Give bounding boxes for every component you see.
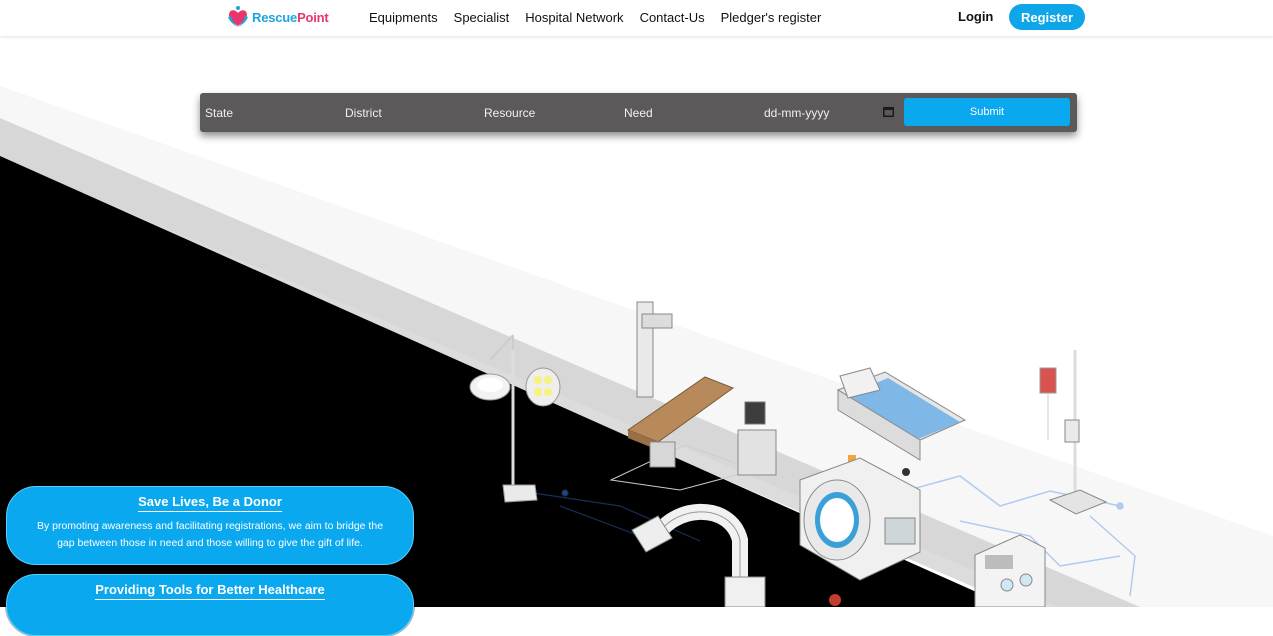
tools-info-card: Providing Tools for Better Healthcare bbox=[6, 574, 414, 636]
medical-equipment-illustration bbox=[469, 301, 1108, 607]
submit-button[interactable]: Submit bbox=[904, 98, 1070, 126]
brand-logo[interactable]: RescuePoint bbox=[226, 4, 329, 30]
donor-card-text: By promoting awareness and facilitating … bbox=[36, 520, 384, 549]
brand-name: RescuePoint bbox=[252, 10, 329, 25]
brand-name-point: Point bbox=[297, 9, 329, 25]
nav-link-pledgers-register[interactable]: Pledger's register bbox=[721, 10, 822, 25]
login-link[interactable]: Login bbox=[958, 9, 993, 24]
iv-stand-icon bbox=[1039, 350, 1108, 515]
resource-search-bar: State District Resource Need dd-mm-yyyy … bbox=[200, 93, 1077, 132]
resource-select[interactable]: Resource bbox=[484, 93, 535, 132]
nav-link-contact-us[interactable]: Contact-Us bbox=[640, 10, 705, 25]
ct-scanner-icon bbox=[799, 457, 921, 581]
state-select[interactable]: State bbox=[205, 93, 233, 132]
date-input[interactable]: dd-mm-yyyy bbox=[764, 93, 829, 132]
brand-name-rescue: Rescue bbox=[252, 9, 298, 25]
nav-link-specialist[interactable]: Specialist bbox=[454, 10, 510, 25]
tools-card-title: Providing Tools for Better Healthcare bbox=[95, 582, 325, 600]
heart-hands-icon bbox=[228, 6, 248, 27]
calendar-icon[interactable] bbox=[883, 106, 894, 117]
anesthesia-machine-icon bbox=[974, 534, 1046, 607]
nav-links: Equipments Specialist Hospital Network C… bbox=[369, 0, 837, 34]
donor-card-title: Save Lives, Be a Donor bbox=[138, 494, 282, 512]
donor-info-card: Save Lives, Be a Donor By promoting awar… bbox=[6, 486, 414, 565]
nav-link-equipments[interactable]: Equipments bbox=[369, 10, 438, 25]
nav-link-hospital-network[interactable]: Hospital Network bbox=[525, 10, 623, 25]
c-arm-icon bbox=[631, 503, 766, 607]
district-select[interactable]: District bbox=[345, 93, 382, 132]
register-button[interactable]: Register bbox=[1009, 4, 1085, 30]
surgical-light-icon bbox=[469, 334, 561, 503]
need-select[interactable]: Need bbox=[624, 93, 653, 132]
navbar: RescuePoint Equipments Specialist Hospit… bbox=[0, 0, 1273, 36]
xray-table-icon bbox=[609, 301, 777, 491]
